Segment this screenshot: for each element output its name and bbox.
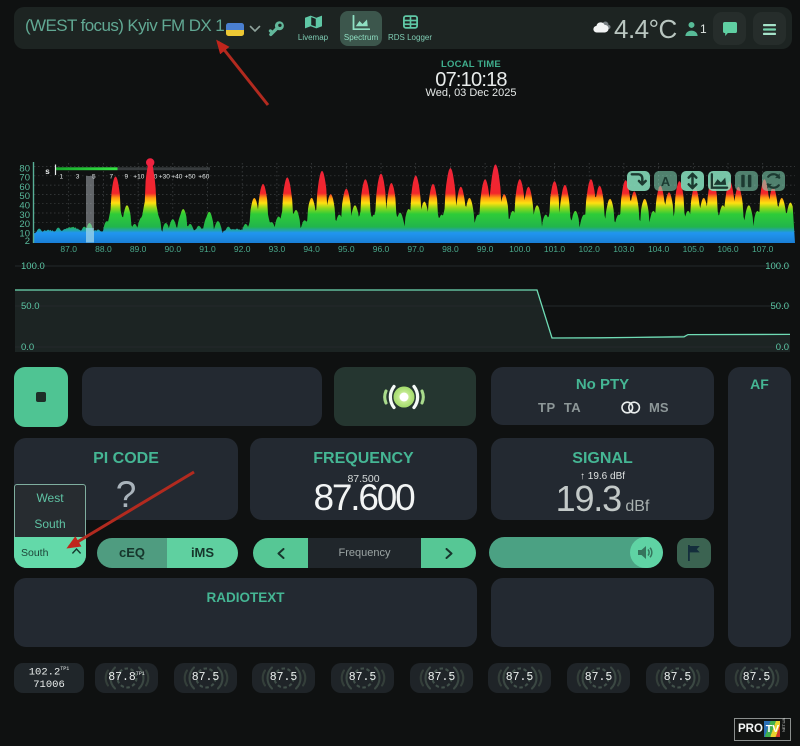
svg-text:0.0: 0.0 [21, 342, 34, 353]
svg-text:50.0: 50.0 [21, 301, 40, 312]
svg-text:0.0: 0.0 [776, 342, 789, 353]
svg-text:100.0: 100.0 [21, 261, 45, 272]
svg-text:50.0: 50.0 [771, 301, 790, 312]
svg-text:100.0: 100.0 [765, 261, 789, 272]
